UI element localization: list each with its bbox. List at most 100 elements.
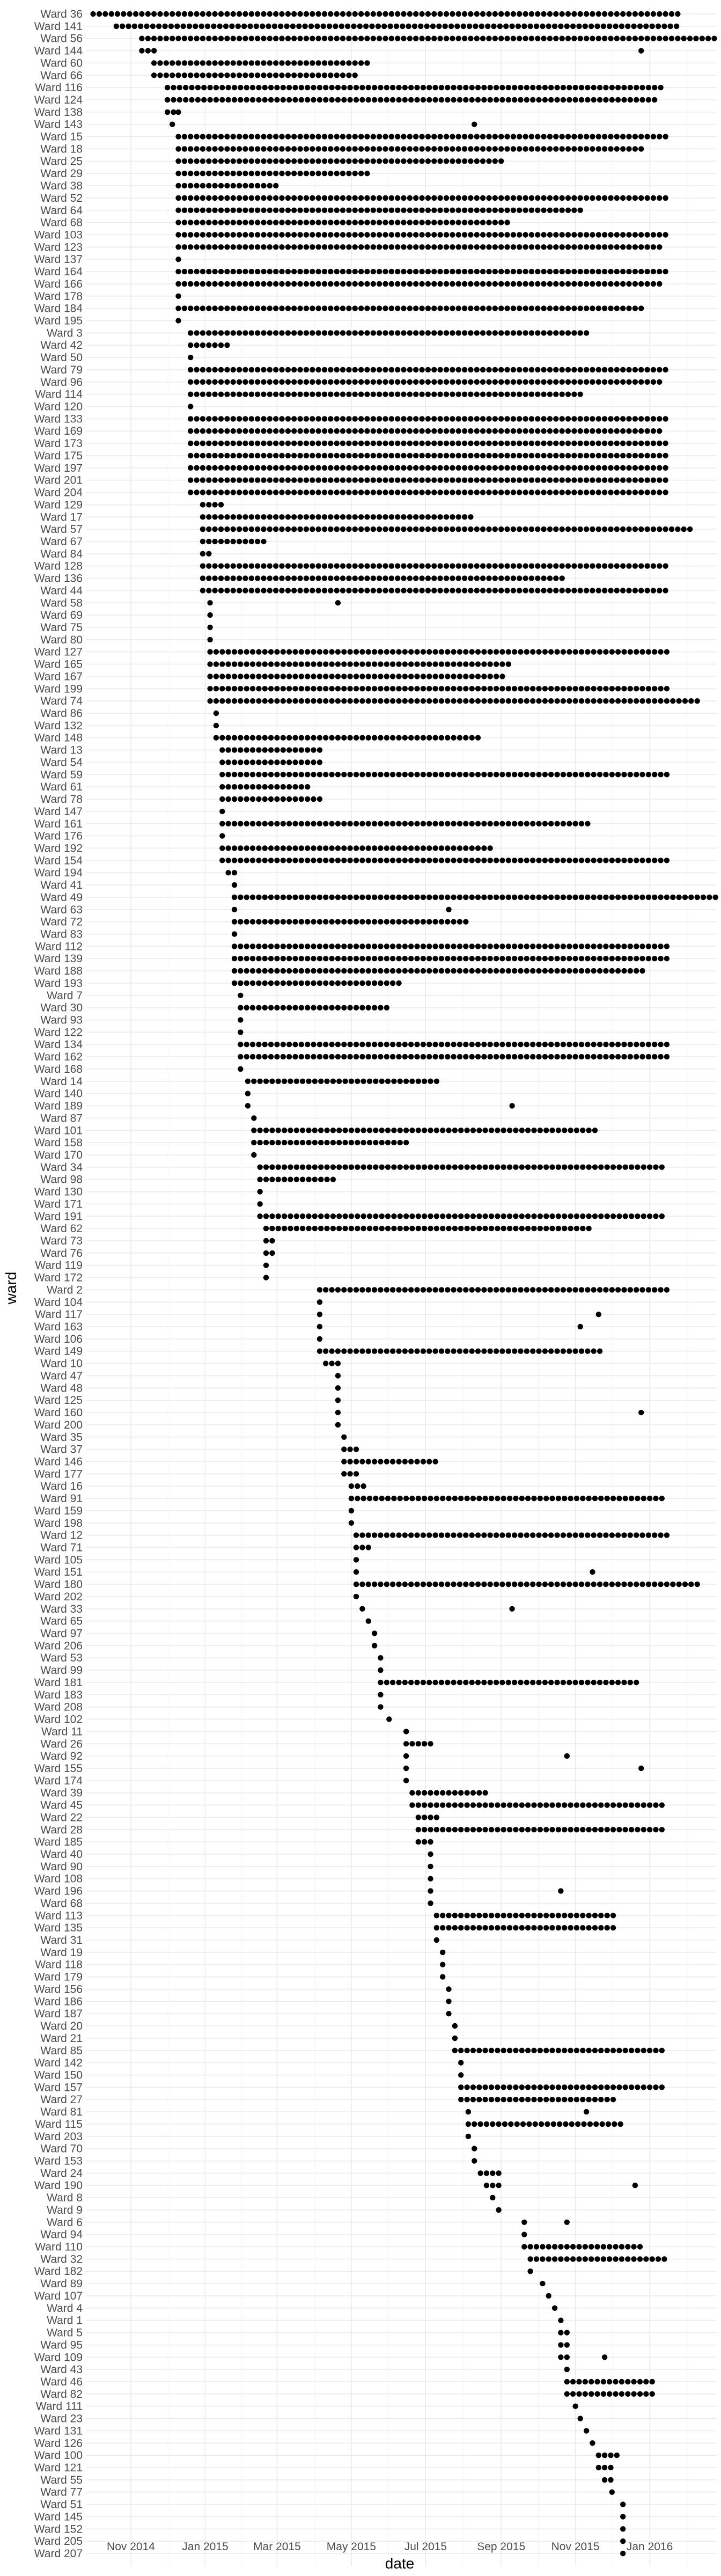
data-point [650,416,657,422]
data-point [352,477,358,483]
data-point [513,1913,519,1919]
data-point [498,428,504,434]
data-point [389,85,396,91]
data-point [236,134,242,140]
data-point [553,563,559,569]
data-point [657,11,663,17]
data-point [641,1802,647,1808]
data-point [275,1078,281,1085]
data-point [470,1827,476,1833]
data-point [305,1005,311,1011]
data-point [415,1741,421,1747]
data-point [341,943,347,949]
data-point [382,391,388,397]
data-point [378,1667,384,1673]
data-point [549,1164,555,1170]
data-point [108,11,114,17]
data-point [566,1532,572,1538]
data-point [248,35,254,41]
data-point [274,845,280,851]
data-point [188,219,194,225]
data-point [279,146,285,152]
data-point [311,686,317,692]
data-point [528,575,535,581]
data-point [175,60,181,66]
data-point [627,956,634,962]
data-point [395,379,401,385]
data-point [470,1802,476,1808]
data-point [224,244,230,250]
data-point [511,649,518,655]
data-point [572,698,578,704]
data-point [280,1005,286,1011]
data-point [657,588,663,594]
data-point [396,821,402,827]
data-point [414,735,420,741]
data-point [256,919,262,925]
data-point [378,1348,384,1354]
data-point [590,244,595,250]
data-point [274,980,280,986]
data-point [389,1287,396,1293]
data-point [371,85,378,91]
data-point [583,563,590,569]
data-point [236,219,242,225]
data-point [554,686,560,692]
data-point [230,428,236,434]
data-point [419,35,425,41]
data-point [601,268,608,275]
data-point [559,11,565,17]
data-point [470,1213,476,1219]
data-point [504,526,510,532]
data-point [293,1213,299,1219]
data-point [303,465,310,471]
data-point [535,416,541,422]
data-point [437,452,443,459]
data-point [286,894,292,901]
data-point [524,772,529,778]
data-point [499,1287,505,1293]
data-point [334,575,340,581]
data-point [432,772,438,778]
data-point [230,440,236,447]
data-point [224,134,230,140]
data-point [481,1287,487,1293]
data-point [616,1164,622,1170]
data-point [188,281,194,287]
data-point [286,968,292,974]
data-point [482,2047,488,2053]
data-point [384,919,389,925]
data-point [365,980,371,986]
data-point [311,821,317,827]
data-point [554,894,560,901]
data-point [175,171,181,177]
data-point [644,268,650,275]
data-point [335,1422,341,1428]
data-point [382,232,388,238]
data-point [554,1042,560,1048]
data-point [279,489,285,495]
data-point [577,563,583,569]
data-point [238,1005,244,1011]
data-point [553,11,559,17]
data-point [370,440,376,447]
data-point [403,1139,409,1146]
data-point [621,97,627,103]
data-point [458,1790,464,1796]
data-point [305,1053,311,1060]
data-point [498,563,504,569]
data-point [488,1213,495,1219]
data-point [188,182,194,189]
data-point [568,1495,573,1502]
data-point [421,1225,428,1232]
data-point [504,440,510,447]
data-point [365,97,371,103]
data-point [328,35,334,41]
data-point [236,207,242,213]
data-point [230,182,236,189]
data-point [254,588,261,594]
data-point [519,2047,525,2053]
data-point [396,735,402,741]
data-point [627,1042,634,1048]
data-point [401,416,407,422]
